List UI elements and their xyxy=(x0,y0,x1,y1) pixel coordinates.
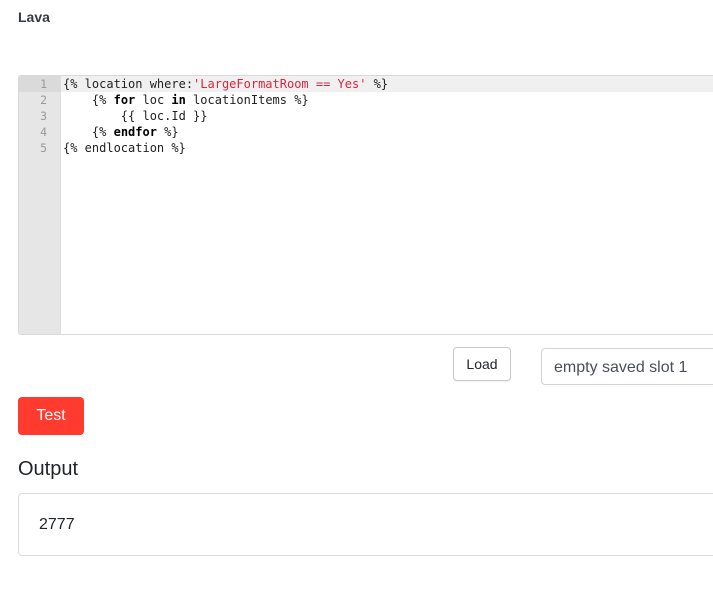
lava-tester-page: Lava 1 2 3 4 5 {% location where:'LargeF… xyxy=(0,0,713,601)
code-keyword-token: for xyxy=(113,93,136,107)
load-button[interactable]: Load xyxy=(453,347,511,381)
test-button[interactable]: Test xyxy=(18,397,84,435)
code-string-token: 'LargeFormatRoom == Yes' xyxy=(193,77,367,91)
code-line[interactable]: {{ loc.Id }} xyxy=(61,108,713,124)
line-number: 2 xyxy=(40,93,47,107)
lava-code-editor[interactable]: 1 2 3 4 5 {% location where:'LargeFormat… xyxy=(18,75,713,335)
code-text: locationItems %} xyxy=(185,93,309,107)
line-number: 3 xyxy=(40,109,47,123)
line-number: 5 xyxy=(40,141,47,155)
editor-code-area[interactable]: {% location where:'LargeFormatRoom == Ye… xyxy=(61,76,713,156)
line-number: 4 xyxy=(40,125,47,139)
code-text: {% endlocation %} xyxy=(63,141,186,155)
output-value: 2777 xyxy=(39,516,75,533)
code-keyword-token: in xyxy=(171,93,186,107)
output-heading: Output xyxy=(18,458,79,480)
saved-slot-select[interactable]: empty saved slot 1 xyxy=(541,348,713,385)
code-line[interactable]: {% location where:'LargeFormatRoom == Ye… xyxy=(61,76,713,92)
line-number: 1 xyxy=(19,76,60,92)
lava-section-label: Lava xyxy=(18,9,50,25)
editor-gutter: 1 2 3 4 5 xyxy=(19,76,61,334)
code-text: loc xyxy=(135,93,172,107)
code-keyword-token: endfor xyxy=(113,125,157,139)
code-text: {{ loc.Id }} xyxy=(120,109,208,123)
line-numbers: 1 2 3 4 5 xyxy=(19,76,60,156)
code-line[interactable]: {% for loc in locationItems %} xyxy=(61,92,713,108)
code-text: %} xyxy=(156,125,179,139)
code-line[interactable]: {% endfor %} xyxy=(61,124,713,140)
code-text: {% xyxy=(91,125,114,139)
code-text: {% location where: xyxy=(63,77,194,91)
code-text: %} xyxy=(366,77,389,91)
code-line[interactable]: {% endlocation %} xyxy=(61,140,713,156)
output-panel: 2777 xyxy=(18,493,713,556)
code-text: {% xyxy=(91,93,114,107)
